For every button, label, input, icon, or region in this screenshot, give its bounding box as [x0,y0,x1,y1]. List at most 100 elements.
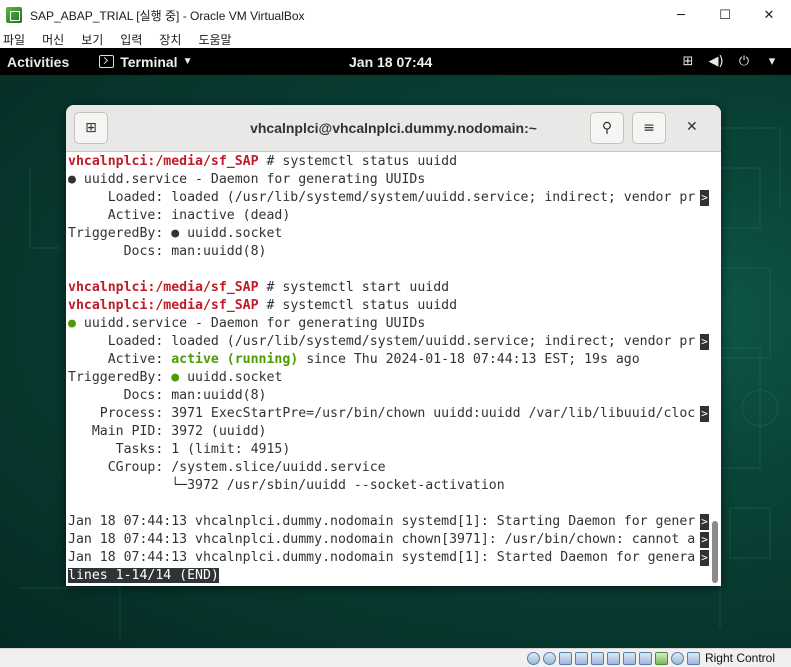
terminal-line: └─3972 /usr/sbin/uuidd --socket-activati… [68,477,711,495]
host-menu-bar: 파일 머신 보기 입력 장치 도움말 [0,30,791,48]
truncation-marker: > [700,514,709,530]
shell-prompt: vhcalnplci:/media/sf_SAP [68,280,259,295]
line-text: Docs: man:uuidd(8) [68,388,267,403]
menu-devices[interactable]: 장치 [159,31,181,48]
menu-file[interactable]: 파일 [3,31,25,48]
video-capture-icon[interactable] [638,651,652,665]
host-status-bar: Right Control [0,648,791,667]
terminal-close-button[interactable]: ✕ [686,119,698,135]
line-text: Process: 3971 ExecStartPre=/usr/bin/chow… [68,406,696,421]
truncation-marker: > [700,190,709,206]
app-menu-terminal[interactable]: Terminal ▼ [99,54,192,70]
terminal-line: Active: active (running) since Thu 2024-… [68,351,711,369]
terminal-line: Main PID: 3972 (uuidd) [68,423,711,441]
optical-drive-icon[interactable] [542,651,556,665]
app-menu-label: Terminal [120,53,178,70]
line-label: Active: [68,352,172,367]
keyboard-icon[interactable] [686,651,700,665]
virtualbox-app-icon [6,7,22,23]
terminal-line: Jan 18 07:44:13 vhcalnplci.dummy.nodomai… [68,531,711,549]
hard-disk-icon[interactable] [526,651,540,665]
active-state: active (running) [171,352,299,367]
terminal-line: Docs: man:uuidd(8) [68,387,711,405]
maximize-button[interactable]: ☐ [703,0,747,30]
search-button[interactable]: ⚲ [590,112,624,144]
terminal-line: vhcalnplci:/media/sf_SAP # systemctl sta… [68,279,711,297]
terminal-line: Process: 3971 ExecStartPre=/usr/bin/chow… [68,405,711,423]
truncation-marker: > [700,532,709,548]
line-text: Loaded: loaded (/usr/lib/systemd/system/… [68,190,696,205]
line-text: └─3972 /usr/sbin/uuidd --socket-activati… [68,478,505,493]
line-text: # systemctl start uuidd [258,280,450,295]
shared-folders-icon[interactable] [606,651,620,665]
status-dot: ● [68,316,76,331]
line-text: Jan 18 07:44:13 vhcalnplci.dummy.nodomai… [68,532,696,547]
gnome-top-bar: Activities Terminal ▼ Jan 18 07:44 ⊞ ◀) … [0,48,791,75]
network-icon[interactable] [574,651,588,665]
line-text: Loaded: loaded (/usr/lib/systemd/system/… [68,334,696,349]
menu-help[interactable]: 도움말 [198,31,231,48]
hamburger-menu-button[interactable]: ≡ [632,112,666,144]
system-tray[interactable]: ⊞ ◀) ⏻ ▾ [671,48,783,75]
terminal-line: ● uuidd.service - Daemon for generating … [68,315,711,333]
terminal-window[interactable]: ⊞ vhcalnplci@vhcalnplci.dummy.nodomain:~… [66,105,721,586]
host-window-title: SAP_ABAP_TRIAL [실행 중] - Oracle VM Virtua… [30,8,305,23]
display-icon[interactable] [622,651,636,665]
terminal-line: Active: inactive (dead) [68,207,711,225]
line-text: TriggeredBy: ● uuidd.socket [68,226,283,241]
mouse-integration-icon[interactable] [670,651,684,665]
search-icon: ⚲ [601,120,613,136]
terminal-line: vhcalnplci:/media/sf_SAP # systemctl sta… [68,297,711,315]
line-text: # systemctl status uuidd [258,298,458,313]
line-text: Tasks: 1 (limit: 4915) [68,442,291,457]
host-key-label: Right Control [704,651,775,665]
cpu-icon[interactable] [654,651,668,665]
terminal-line: vhcalnplci:/media/sf_SAP # systemctl sta… [68,153,711,171]
shell-prompt: vhcalnplci:/media/sf_SAP [68,298,259,313]
scrollbar-thumb[interactable] [712,521,718,583]
line-text: Main PID: 3972 (uuidd) [68,424,267,439]
host-title-bar: SAP_ABAP_TRIAL [실행 중] - Oracle VM Virtua… [0,0,791,30]
terminal-line: CGroup: /system.slice/uuidd.service [68,459,711,477]
menu-input[interactable]: 입력 [120,31,142,48]
menu-machine[interactable]: 머신 [42,31,64,48]
line-text: Active: inactive (dead) [68,208,291,223]
activities-button[interactable]: Activities [7,54,69,70]
terminal-line: Loaded: loaded (/usr/lib/systemd/system/… [68,189,711,207]
truncation-marker: > [700,550,709,566]
terminal-line: Tasks: 1 (limit: 4915) [68,441,711,459]
terminal-line: TriggeredBy: ● uuidd.socket [68,369,711,387]
menu-view[interactable]: 보기 [81,31,103,48]
audio-icon[interactable] [558,651,572,665]
terminal-line: TriggeredBy: ● uuidd.socket [68,225,711,243]
guest-display[interactable]: Activities Terminal ▼ Jan 18 07:44 ⊞ ◀) … [0,48,791,648]
terminal-output[interactable]: vhcalnplci:/media/sf_SAP # systemctl sta… [68,153,711,586]
terminal-line: Jan 18 07:44:13 vhcalnplci.dummy.nodomai… [68,513,711,531]
line-text: ● uuidd.service - Daemon for generating … [68,172,426,187]
terminal-line: Jan 18 07:44:13 vhcalnplci.dummy.nodomai… [68,549,711,567]
line-text: uuidd.service - Daemon for generating UU… [75,316,426,331]
chevron-down-icon: ▾ [768,54,776,69]
usb-icon[interactable] [590,651,604,665]
line-text: uuidd.socket [179,370,283,385]
pager-status: lines 1-14/14 (END) [68,568,219,583]
line-label: TriggeredBy: [68,370,172,385]
minimize-button[interactable]: ─ [659,0,703,30]
line-text: Docs: man:uuidd(8) [68,244,267,259]
terminal-header-bar[interactable]: ⊞ vhcalnplci@vhcalnplci.dummy.nodomain:~… [66,105,721,152]
volume-icon: ◀) [708,54,724,69]
close-button[interactable]: ✕ [747,0,791,30]
line-text: Jan 18 07:44:13 vhcalnplci.dummy.nodomai… [68,550,696,565]
host-window-controls: ─ ☐ ✕ [659,0,791,30]
power-icon: ⏻ [738,54,750,69]
network-icon: ⊞ [682,54,694,69]
terminal-line: lines 1-14/14 (END) [68,567,711,585]
terminal-scrollbar[interactable] [711,153,719,586]
clock[interactable]: Jan 18 07:44 [349,54,432,70]
terminal-line: Docs: man:uuidd(8) [68,243,711,261]
truncation-marker: > [700,334,709,350]
chevron-down-icon: ▼ [182,56,193,67]
status-dot: ● [171,370,180,385]
